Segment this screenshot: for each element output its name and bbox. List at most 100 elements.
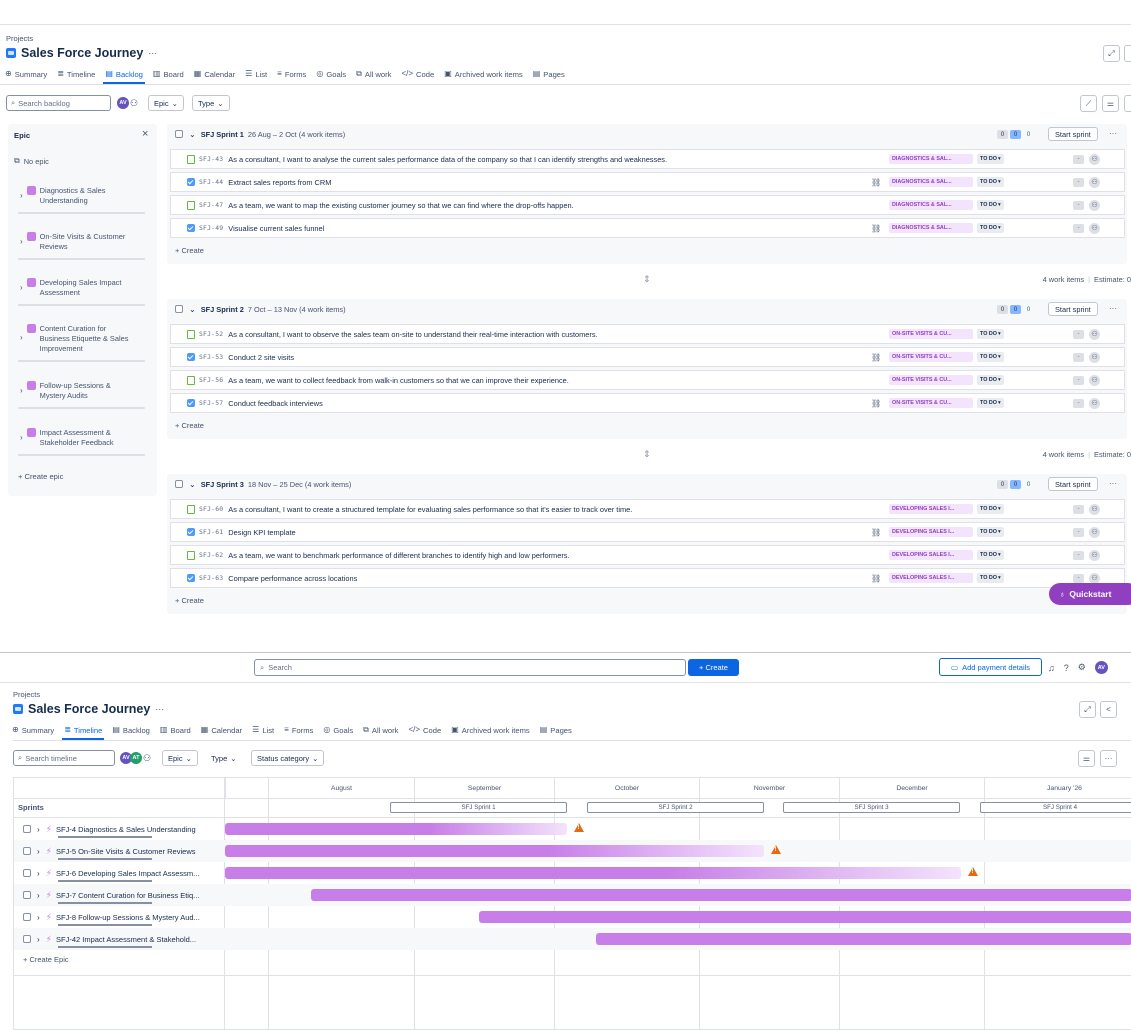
- tab-forms[interactable]: ≡ Forms: [279, 723, 318, 737]
- resize-handle-icon[interactable]: ⇕: [643, 449, 651, 460]
- issue-summary[interactable]: As a consultant, I want to analyse the c…: [228, 155, 667, 164]
- chevron-right-icon[interactable]: ›: [37, 869, 40, 878]
- breadcrumb[interactable]: Projects: [6, 34, 33, 43]
- epic-timeline-bar[interactable]: [479, 911, 1131, 923]
- tab-timeline[interactable]: ≣ Timeline: [59, 723, 107, 740]
- project-more-button[interactable]: ···: [148, 48, 157, 58]
- epic-lozenge[interactable]: ON-SITE VISITS & CU...: [889, 375, 973, 385]
- start-sprint-button[interactable]: Start sprint: [1048, 477, 1098, 491]
- epic-timeline-bar[interactable]: [225, 845, 764, 857]
- assignee-avatar-icon[interactable]: ⚇: [1089, 153, 1100, 165]
- issue-summary[interactable]: As a consultant, I want to create a stru…: [228, 505, 632, 514]
- epic-filter-dropdown[interactable]: Epic ⌄: [162, 750, 198, 766]
- issue-key[interactable]: SFJ-62: [199, 551, 223, 559]
- issue-summary[interactable]: Extract sales reports from CRM: [228, 178, 331, 187]
- timeline-epic-label[interactable]: › ⚡ SFJ-7 Content Curation for Business Et…: [14, 890, 199, 901]
- child-items-icon[interactable]: ⛓: [871, 178, 881, 187]
- tab-archived-work-items[interactable]: ▣ Archived work items: [439, 67, 528, 81]
- chevron-right-icon[interactable]: ›: [20, 191, 23, 200]
- add-payment-button[interactable]: ▭ Add payment details: [939, 658, 1042, 676]
- start-sprint-button[interactable]: Start sprint: [1048, 302, 1098, 316]
- chevron-down-icon[interactable]: ⌄: [189, 130, 196, 139]
- backlog-issue-row[interactable]: SFJ-61 Design KPI template ⛓ DEVELOPING SAL…: [170, 522, 1125, 542]
- story-points-estimate[interactable]: -: [1073, 504, 1084, 514]
- epic-lozenge[interactable]: DIAGNOSTICS & SAL...: [889, 200, 973, 210]
- status-dropdown[interactable]: TO DO ▾: [977, 154, 1004, 164]
- tab-list[interactable]: ☰ List: [247, 723, 279, 737]
- breadcrumb[interactable]: Projects: [13, 690, 40, 699]
- issue-key[interactable]: SFJ-53: [199, 353, 223, 361]
- assignee-avatar-icon[interactable]: ⚇: [1089, 397, 1100, 409]
- warning-icon[interactable]: [968, 867, 978, 876]
- global-search-input[interactable]: ⌕ Search: [254, 659, 686, 676]
- quickstart-button[interactable]: ♁ Quickstart: [1049, 583, 1131, 605]
- type-filter-dropdown[interactable]: Type ⌄: [206, 750, 242, 766]
- project-more-button[interactable]: ···: [155, 704, 164, 714]
- start-sprint-button[interactable]: Start sprint: [1048, 127, 1098, 141]
- tab-goals[interactable]: ◎ Goals: [311, 67, 351, 81]
- sprint-pill[interactable]: SFJ Sprint 4: [980, 802, 1131, 813]
- assignee-avatar-icon[interactable]: ⚇: [1089, 374, 1100, 386]
- share-button[interactable]: [1124, 45, 1131, 62]
- tab-code[interactable]: </> Code: [396, 67, 439, 81]
- epic-lozenge[interactable]: DEVELOPING SALES I...: [889, 550, 973, 560]
- sprint-more-button[interactable]: ···: [1109, 304, 1117, 313]
- status-dropdown[interactable]: TO DO ▾: [977, 200, 1004, 210]
- issue-summary[interactable]: As a team, we want to map the existing c…: [228, 201, 573, 210]
- tab-calendar[interactable]: ▦ Calendar: [189, 67, 240, 81]
- sprint-header[interactable]: ⌄ SFJ Sprint 27 Oct – 13 Nov (4 work item…: [167, 299, 1131, 319]
- tab-goals[interactable]: ◎ Goals: [318, 723, 358, 737]
- backlog-issue-row[interactable]: SFJ-44 Extract sales reports from CRM ⛓ DIA…: [170, 172, 1125, 192]
- tab-board[interactable]: ▥ Board: [155, 723, 196, 737]
- story-points-estimate[interactable]: -: [1073, 398, 1084, 408]
- backlog-issue-row[interactable]: SFJ-62 As a team, we want to benchmark pe…: [170, 545, 1125, 565]
- share-button[interactable]: <: [1100, 701, 1117, 718]
- story-points-estimate[interactable]: -: [1073, 223, 1084, 233]
- story-points-estimate[interactable]: -: [1073, 329, 1084, 339]
- backlog-issue-row[interactable]: SFJ-47 As a team, we want to map the exis…: [170, 195, 1125, 215]
- type-filter-dropdown[interactable]: Type ⌄: [192, 95, 230, 111]
- epic-lozenge[interactable]: ON-SITE VISITS & CU...: [889, 398, 973, 408]
- tab-timeline[interactable]: ≣ Timeline: [52, 67, 100, 81]
- chevron-right-icon[interactable]: ›: [37, 825, 40, 834]
- issue-summary[interactable]: Compare performance across locations: [228, 574, 357, 583]
- backlog-search-input[interactable]: ⌕ Search backlog: [6, 95, 111, 111]
- status-dropdown[interactable]: TO DO ▾: [977, 375, 1004, 385]
- status-dropdown[interactable]: TO DO ▾: [977, 329, 1004, 339]
- epic-item[interactable]: › Follow-up Sessions & Mystery Audits: [20, 381, 111, 401]
- backlog-issue-row[interactable]: SFJ-60 As a consultant, I want to create …: [170, 499, 1125, 519]
- issue-key[interactable]: SFJ-52: [199, 330, 223, 338]
- assignee-avatar-icon[interactable]: ⚇: [1089, 351, 1100, 363]
- chevron-right-icon[interactable]: ›: [20, 333, 23, 342]
- status-category-dropdown[interactable]: Status category ⌄: [251, 750, 325, 766]
- tab-pages[interactable]: ▤ Pages: [535, 723, 577, 737]
- assignee-avatar-icon[interactable]: ⚇: [1089, 328, 1100, 340]
- epic-item[interactable]: › Developing Sales Impact Assessment: [20, 278, 121, 298]
- timeline-epic-label[interactable]: › ⚡ SFJ-42 Impact Assessment & Stakehold..…: [14, 934, 196, 945]
- assignee-avatar-icon[interactable]: ⚇: [1089, 176, 1100, 188]
- epic-lozenge[interactable]: DIAGNOSTICS & SAL...: [889, 154, 973, 164]
- chevron-down-icon[interactable]: ⌄: [189, 480, 196, 489]
- issue-summary[interactable]: Conduct feedback interviews: [228, 399, 323, 408]
- sprint-more-button[interactable]: ···: [1109, 479, 1117, 488]
- create-issue-button[interactable]: + Create: [175, 596, 204, 605]
- tab-pages[interactable]: ▤ Pages: [528, 67, 570, 81]
- tab-forms[interactable]: ≡ Forms: [272, 67, 311, 81]
- tab-all-work[interactable]: ⧉ All work: [358, 723, 403, 737]
- chevron-right-icon[interactable]: ›: [20, 283, 23, 292]
- view-settings-button[interactable]: ⚌: [1102, 95, 1119, 112]
- sprint-header[interactable]: ⌄ SFJ Sprint 1 26 Aug – 2 Oct (4 work item…: [167, 124, 1131, 144]
- child-items-icon[interactable]: ⛓: [871, 574, 881, 583]
- backlog-issue-row[interactable]: SFJ-49 Visualise current sales funnel ⛓ DIA…: [170, 218, 1125, 238]
- issue-summary[interactable]: As a team, we want to benchmark performa…: [228, 551, 569, 560]
- timeline-search-input[interactable]: ⌕ Search timeline: [13, 750, 115, 766]
- story-points-estimate[interactable]: -: [1073, 573, 1084, 583]
- assignee-avatar-icon[interactable]: ⚇: [1089, 526, 1100, 538]
- sprint-checkbox[interactable]: [175, 130, 183, 138]
- backlog-issue-row[interactable]: SFJ-57 Conduct feedback interviews ⛓ ON-SIT…: [170, 393, 1125, 413]
- issue-key[interactable]: SFJ-47: [199, 201, 223, 209]
- issue-summary[interactable]: Design KPI template: [228, 528, 295, 537]
- warning-icon[interactable]: [771, 845, 781, 854]
- story-points-estimate[interactable]: -: [1073, 527, 1084, 537]
- epic-lozenge[interactable]: DEVELOPING SALES I...: [889, 573, 973, 583]
